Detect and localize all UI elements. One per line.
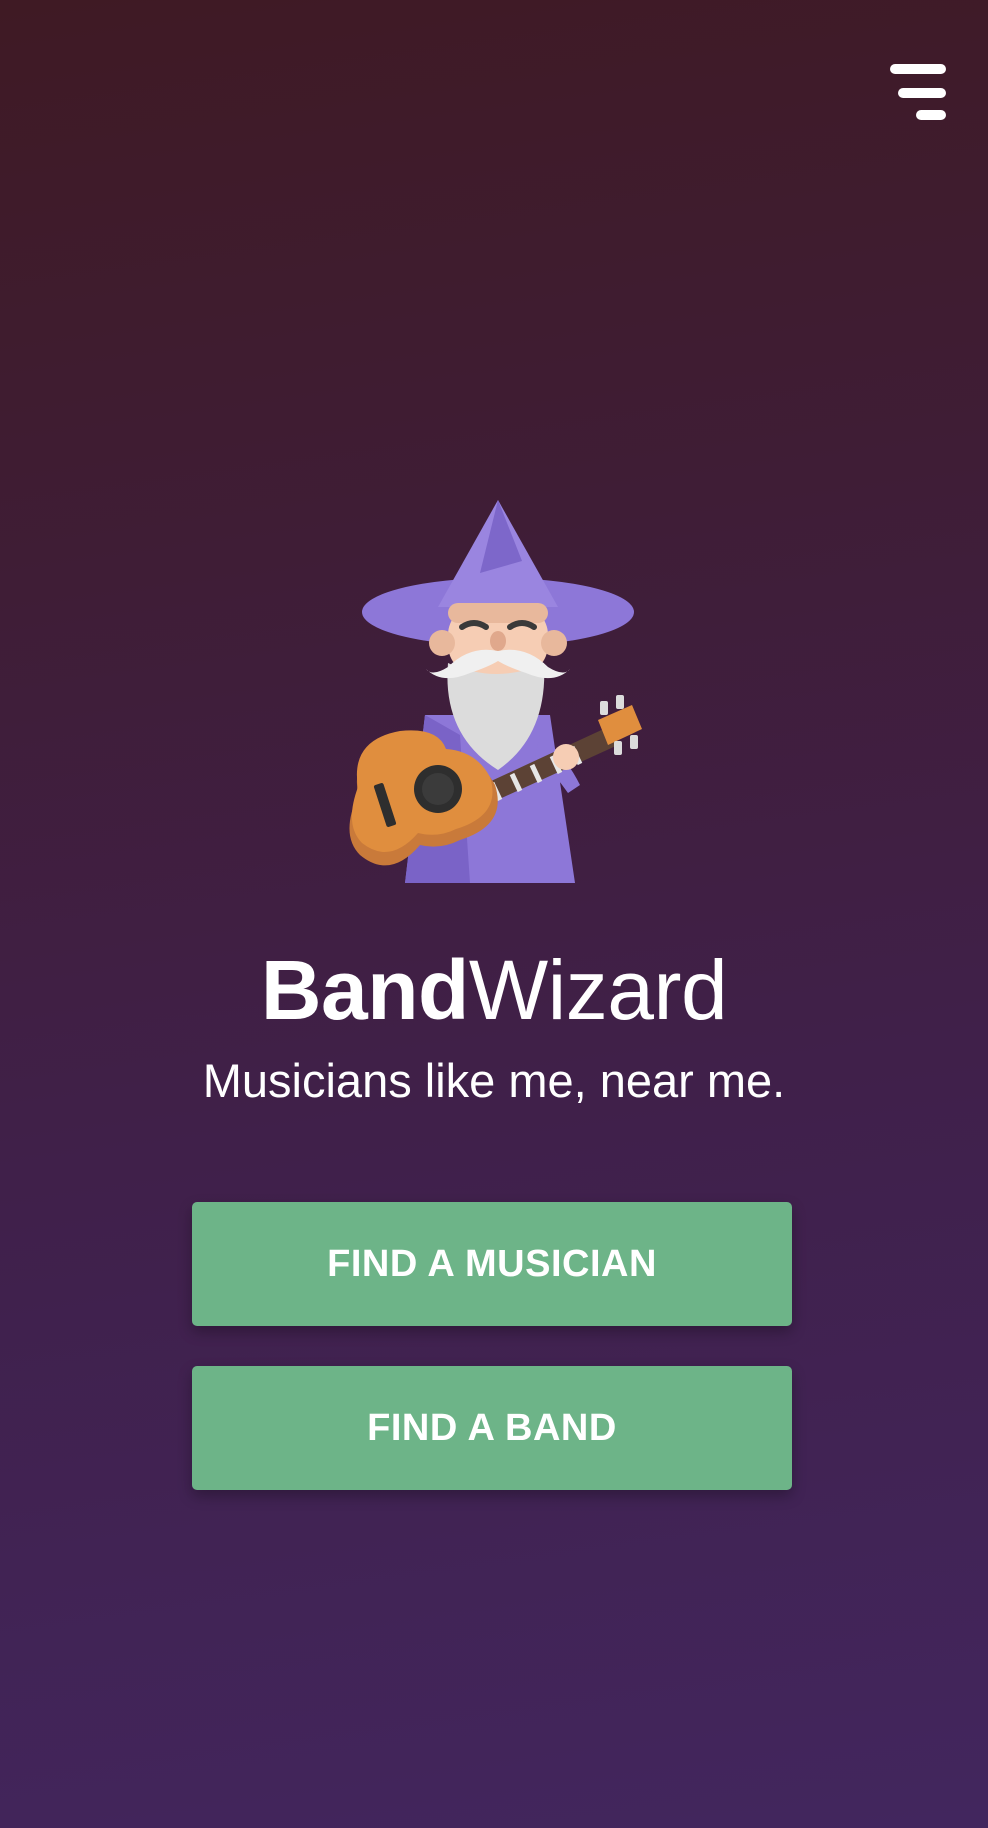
find-musician-button[interactable]: FIND A MUSICIAN [192,1202,792,1326]
menu-bar-top [890,64,946,74]
wizard-guitar-icon [349,500,642,883]
tagline: Musicians like me, near me. [202,1054,786,1107]
find-band-button[interactable]: FIND A BAND [192,1366,792,1490]
menu-bar-middle [898,88,946,98]
app-title-bold: Band [260,943,470,1037]
menu-bar-bottom [916,110,946,120]
menu-button[interactable] [886,60,946,124]
app-title: BandWizard [0,940,988,1040]
app-title-light: Wizard [468,943,728,1037]
